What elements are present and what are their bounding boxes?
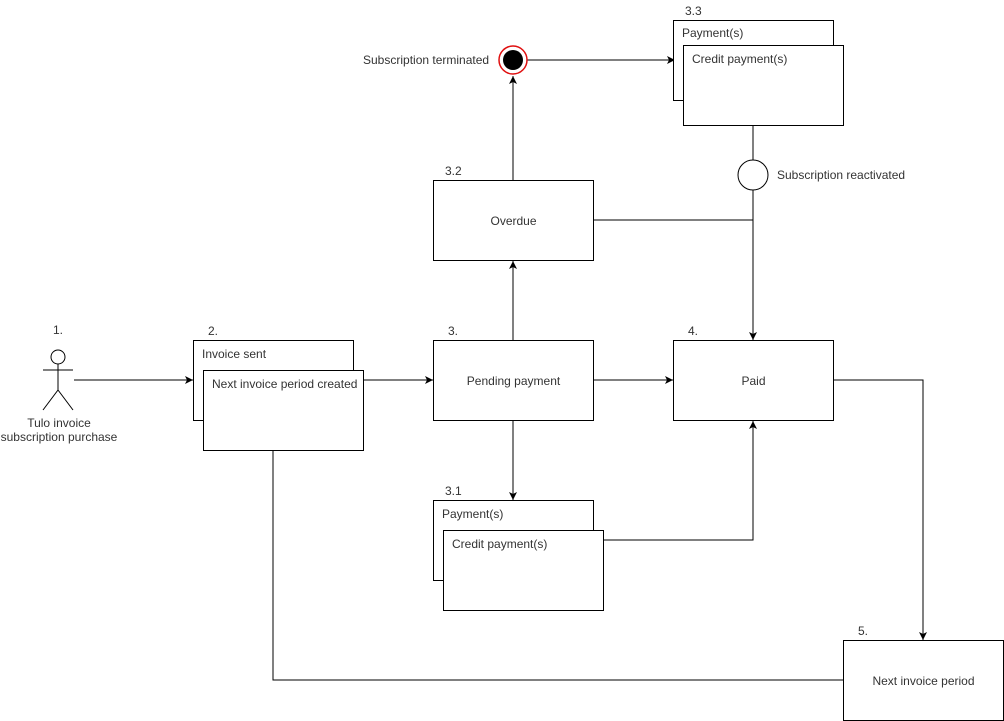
pending-payment-label: Pending payment xyxy=(466,373,561,388)
step-label-5: 5. xyxy=(858,624,869,638)
credit-payments-3-1-label: Credit payment(s) xyxy=(452,537,548,551)
paid-node[interactable]: Paid xyxy=(673,340,834,421)
step-label-4: 4. xyxy=(688,324,699,338)
credit-payments-3-1-node[interactable]: Credit payment(s) xyxy=(443,530,604,611)
step-label-2: 2. xyxy=(208,324,219,338)
step-label-3-1: 3.1 xyxy=(445,484,462,498)
credit-payments-3-3-node[interactable]: Credit payment(s) xyxy=(683,45,844,126)
subscription-reactivated-label: Subscription reactivated xyxy=(777,168,906,182)
edge-payments-to-paid xyxy=(603,421,757,541)
next-invoice-created-label: Next invoice period created xyxy=(212,377,358,391)
invoice-sent-label: Invoice sent xyxy=(202,347,267,361)
overdue-label: Overdue xyxy=(490,213,537,228)
next-invoice-period-node[interactable]: Next invoice period xyxy=(843,640,1004,721)
actor-icon xyxy=(42,349,74,411)
pending-payment-node[interactable]: Pending payment xyxy=(433,340,594,421)
actor-caption-line2: subscription purchase xyxy=(0,430,118,444)
actor-caption: Tulo invoice subscription purchase xyxy=(0,416,119,444)
step-label-3-3: 3.3 xyxy=(685,4,702,18)
next-invoice-period-label: Next invoice period xyxy=(872,673,975,688)
subscription-terminated-label: Subscription terminated xyxy=(363,53,490,67)
step-label-3: 3. xyxy=(448,324,459,338)
overdue-node[interactable]: Overdue xyxy=(433,180,594,261)
credit-payments-3-3-label: Credit payment(s) xyxy=(692,52,788,66)
actor-caption-line1: Tulo invoice xyxy=(27,416,91,430)
reactivated-event-icon[interactable] xyxy=(737,159,769,191)
terminated-end-state-icon[interactable] xyxy=(498,45,528,75)
step-label-1: 1. xyxy=(53,323,64,337)
payments-3-3-label: Payment(s) xyxy=(682,26,744,40)
step-label-3-2: 3.2 xyxy=(445,164,462,178)
next-invoice-created-node[interactable]: Next invoice period created xyxy=(203,370,364,451)
edge-paid-to-next-period xyxy=(833,379,927,640)
payments-3-1-label: Payment(s) xyxy=(442,507,504,521)
paid-label: Paid xyxy=(741,373,766,388)
